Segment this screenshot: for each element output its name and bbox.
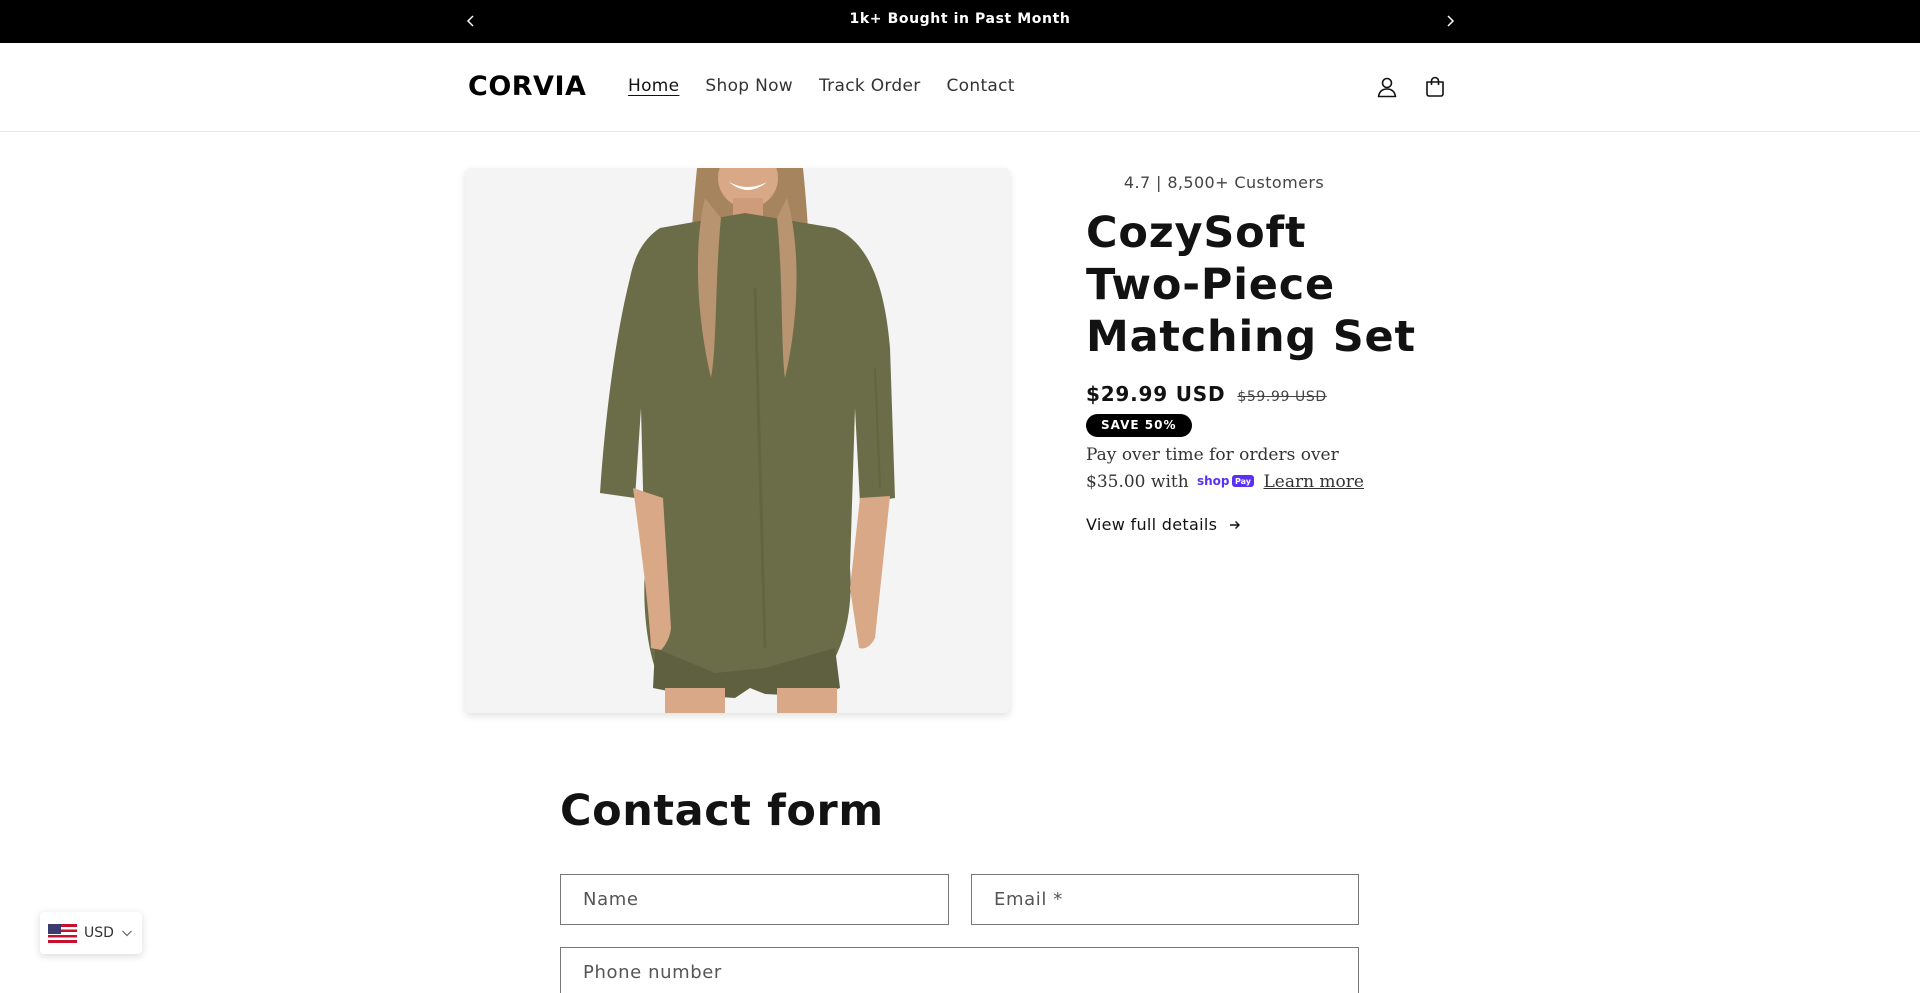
logo[interactable]: CORVIA bbox=[468, 71, 586, 102]
learn-more-link[interactable]: Learn more bbox=[1263, 472, 1364, 492]
chevron-down-icon bbox=[121, 930, 132, 937]
announcement-bar: 1k+ Bought in Past Month bbox=[0, 0, 1920, 43]
shop-pay-icon: shop Pay bbox=[1197, 474, 1255, 488]
arrow-right-icon bbox=[1230, 520, 1241, 529]
site-header: CORVIA Home Shop Now Track Order Contact bbox=[0, 43, 1920, 132]
svg-text:shop: shop bbox=[1197, 474, 1230, 488]
cart-icon[interactable] bbox=[1421, 73, 1449, 101]
compare-price: $59.99 USD bbox=[1237, 389, 1327, 405]
phone-field[interactable]: Phone number bbox=[560, 947, 1359, 993]
price-row: $29.99 USD $59.99 USD bbox=[1086, 382, 1327, 406]
svg-text:Pay: Pay bbox=[1235, 477, 1252, 486]
currency-code: USD bbox=[84, 925, 114, 941]
currency-selector[interactable]: USD bbox=[40, 912, 142, 954]
announcement-text: 1k+ Bought in Past Month bbox=[849, 11, 1071, 27]
main-nav: Home Shop Now Track Order Contact bbox=[628, 76, 1015, 96]
sale-badge: SAVE 50% bbox=[1086, 414, 1192, 437]
view-full-details-link[interactable]: View full details bbox=[1086, 515, 1241, 534]
product-photo-illustration bbox=[465, 168, 1010, 713]
us-flag-icon bbox=[48, 923, 77, 943]
nav-track-order[interactable]: Track Order bbox=[819, 76, 921, 96]
sale-price: $29.99 USD bbox=[1086, 382, 1226, 406]
installments-text: Pay over time for orders over $35.00 wit… bbox=[1086, 442, 1386, 496]
chevron-right-icon[interactable] bbox=[1441, 12, 1459, 30]
contact-form-title: Contact form bbox=[560, 786, 884, 836]
email-field[interactable]: Email * bbox=[971, 874, 1359, 925]
rating-text: 4.7 | 8,500+ Customers bbox=[1123, 173, 1325, 192]
product-image[interactable] bbox=[465, 168, 1010, 713]
name-field[interactable]: Name bbox=[560, 874, 949, 925]
nav-home[interactable]: Home bbox=[628, 76, 679, 96]
nav-shop-now[interactable]: Shop Now bbox=[705, 76, 793, 96]
view-full-details-label: View full details bbox=[1086, 515, 1218, 534]
product-title: CozySoft Two-Piece Matching Set bbox=[1086, 208, 1416, 362]
account-icon[interactable] bbox=[1373, 73, 1401, 101]
nav-contact[interactable]: Contact bbox=[947, 76, 1015, 96]
